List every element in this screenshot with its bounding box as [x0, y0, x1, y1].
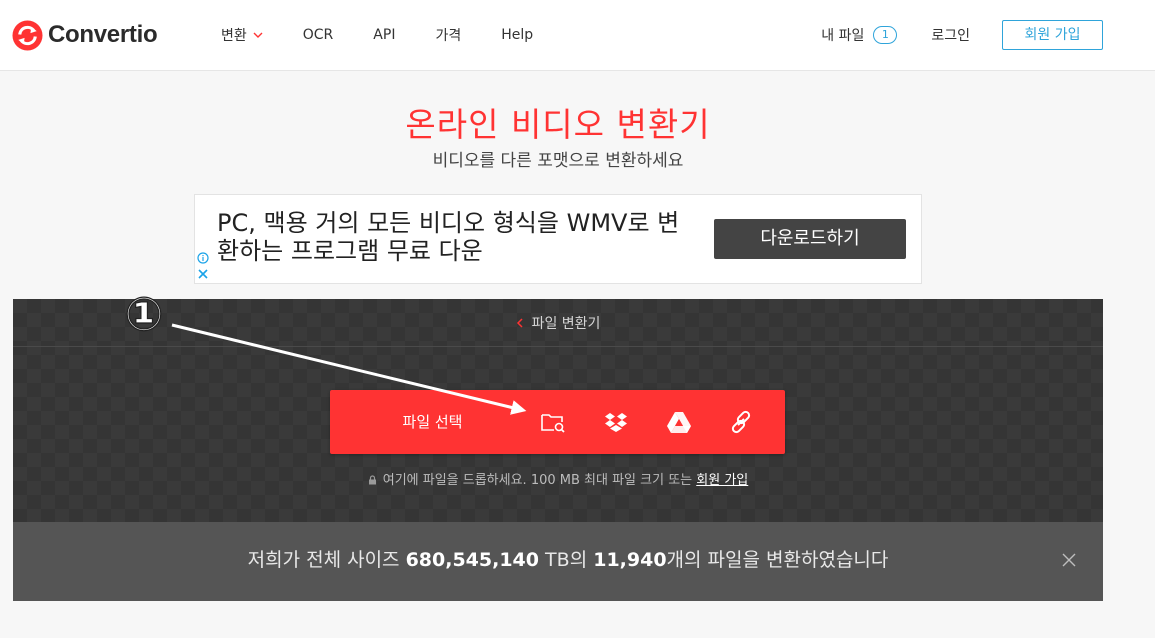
stats-size-value: 680,545,140 [405, 549, 539, 571]
nav-item-label: API [373, 27, 396, 43]
ad-text: PC, 맥용 거의 모든 비디오 형식을 WMV로 변환하는 프로그램 무료 다… [217, 209, 680, 265]
breadcrumb: 파일 변환기 [13, 299, 1103, 347]
convertio-logo-icon [12, 19, 43, 51]
from-computer-button[interactable] [539, 408, 567, 436]
ad-info-icon[interactable] [197, 252, 209, 264]
nav-item-label: Help [501, 27, 534, 43]
account-nav: 내 파일 1 로그인 회원 가입 [821, 0, 1103, 70]
nav-item-help[interactable]: Help [501, 27, 533, 43]
dropbox-icon [605, 413, 627, 432]
login-link[interactable]: 로그인 [931, 25, 970, 45]
lock-icon [368, 475, 376, 485]
stats-suffix: 개의 파일을 변환하였습니다 [666, 549, 889, 571]
nav-item-label: OCR [302, 27, 334, 43]
nav-item-label: 가격 [435, 28, 462, 44]
google-drive-icon [667, 412, 691, 433]
ad-banner[interactable]: PC, 맥용 거의 모든 비디오 형식을 WMV로 변환하는 프로그램 무료 다… [194, 194, 922, 284]
file-count-badge: 1 [873, 26, 898, 44]
drop-hint-text: 여기에 파일을 드롭하세요. 100 MB 최대 파일 크기 또는 [382, 473, 693, 488]
stats-file-count: 11,940 [593, 549, 667, 571]
page-subtitle: 비디오를 다른 포맷으로 변환하세요 [432, 151, 684, 171]
from-url-button[interactable] [727, 408, 755, 436]
stats-size-unit: TB의 [545, 549, 588, 571]
from-google-drive-button[interactable] [665, 408, 693, 436]
from-dropbox-button[interactable] [602, 408, 630, 436]
my-files-link[interactable]: 내 파일 1 [821, 25, 898, 45]
choose-files-button[interactable]: 파일 선택 [330, 390, 535, 454]
chevron-down-icon [253, 32, 263, 38]
my-files-label: 내 파일 [821, 28, 865, 44]
nav-item-convert[interactable]: 변환 [221, 25, 263, 45]
close-icon[interactable] [1062, 553, 1076, 567]
logo-text: Convertio [48, 21, 158, 48]
stats-text: 저희가 전체 사이즈 680,545,140 TB의 11,940개의 파일을 … [13, 522, 1123, 601]
stats-bar: 저희가 전체 사이즈 680,545,140 TB의 11,940개의 파일을 … [13, 522, 1103, 601]
folder-search-icon [541, 414, 565, 433]
nav-item-api[interactable]: API [373, 27, 395, 43]
top-navigation-bar: Convertio 변환 OCR API 가격 Help 내 파일 1 로그인 … [0, 0, 1155, 71]
page-title: 온라인 비디오 변환기 [405, 105, 711, 144]
link-icon [731, 410, 751, 434]
signup-button[interactable]: 회원 가입 [1002, 20, 1103, 50]
ad-download-button[interactable]: 다운로드하기 [714, 219, 906, 259]
file-select-bar: 파일 선택 [330, 390, 785, 454]
signup-link[interactable]: 회원 가입 [696, 473, 748, 488]
file-upload-area[interactable]: 파일 변환기 파일 선택 여기에 파일을 드롭하세요. 100 MB 최대 파일… [13, 299, 1103, 601]
nav-item-ocr[interactable]: OCR [303, 27, 334, 43]
chevron-left-icon[interactable] [516, 317, 524, 328]
nav-item-label: 변환 [221, 28, 247, 44]
breadcrumb-file-converter-link[interactable]: 파일 변환기 [532, 313, 601, 333]
nav-item-pricing[interactable]: 가격 [435, 25, 461, 45]
ad-close-icon[interactable] [197, 268, 209, 280]
main-nav: 변환 OCR API 가격 Help [221, 0, 573, 70]
stats-prefix: 저희가 전체 사이즈 [247, 549, 400, 571]
drop-hint: 여기에 파일을 드롭하세요. 100 MB 최대 파일 크기 또는 회원 가입 [13, 469, 1103, 488]
convertio-logo[interactable]: Convertio [12, 19, 158, 51]
